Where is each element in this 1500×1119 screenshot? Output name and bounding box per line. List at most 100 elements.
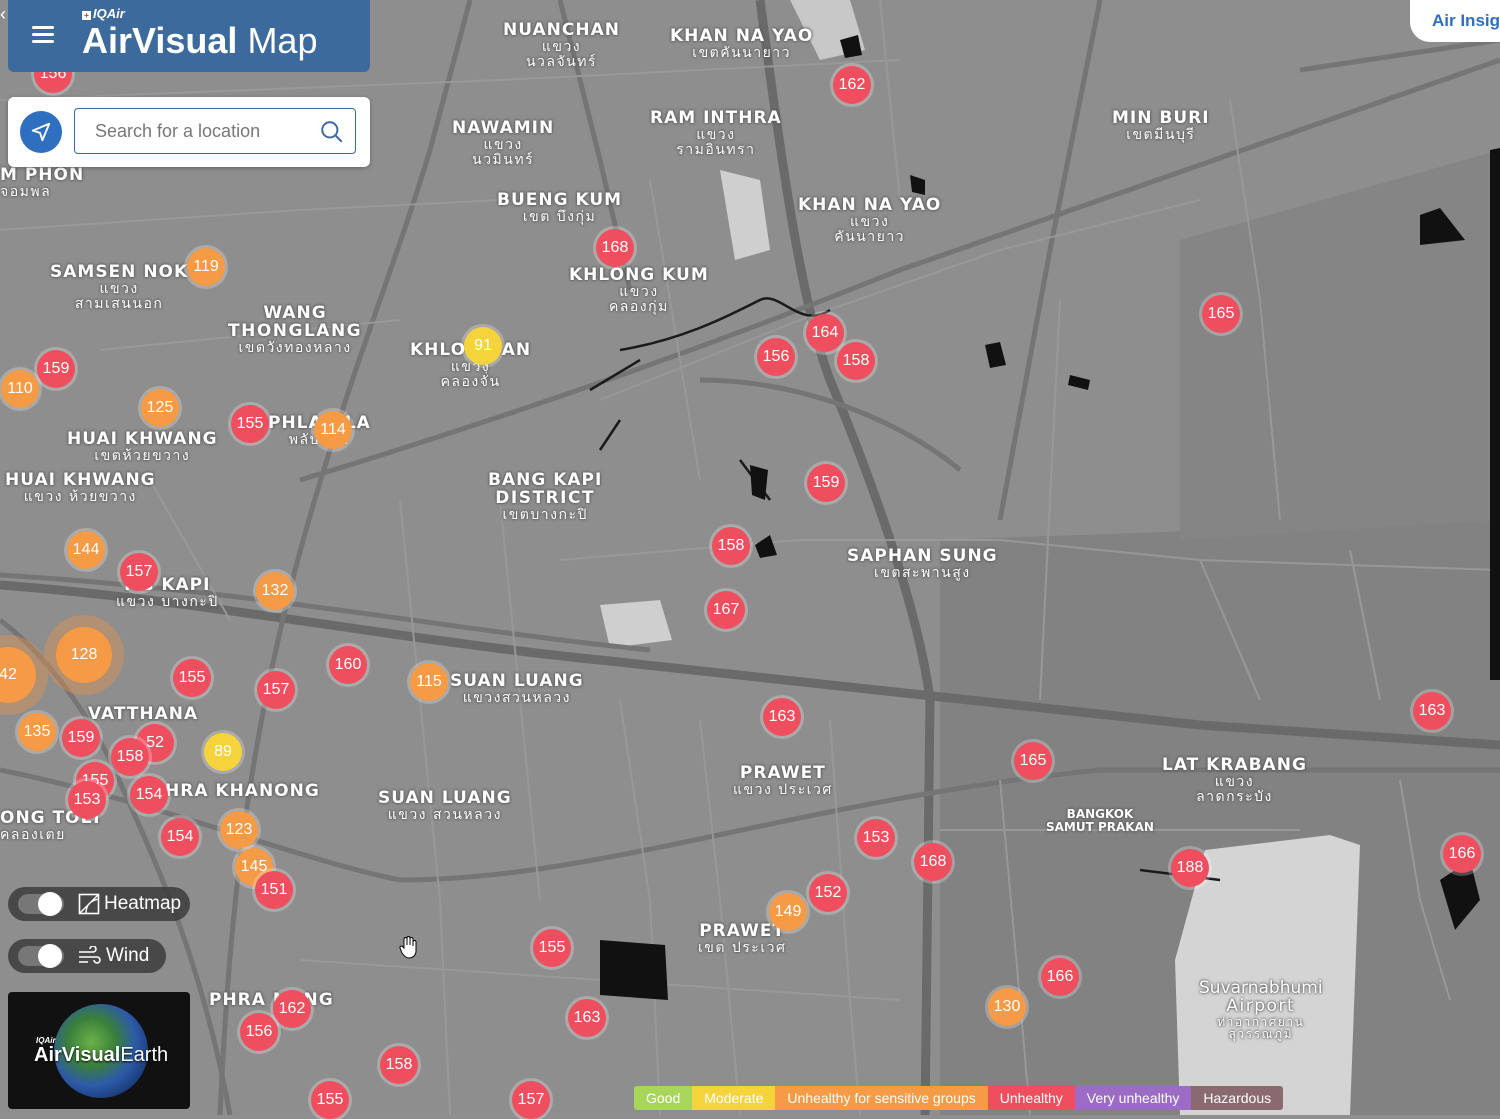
- aqi-station-marker[interactable]: 158: [837, 342, 875, 380]
- place-label-saphan-sung: SAPHAN SUNG เขตสะพานสูง: [847, 546, 998, 581]
- place-label-khlong-kum: KHLONG KUM แขวง คลองกุ่ม: [569, 265, 709, 315]
- place-label-prawet-district: PRAWET เขต ประเวศ: [698, 921, 787, 956]
- heatmap-label: Heatmap: [104, 893, 182, 914]
- place-label-bang-kapi-district: BANG KAPI DISTRICT เขตบางกะปิ: [488, 470, 603, 523]
- aqi-station-marker[interactable]: 154: [130, 776, 168, 814]
- legend-hazardous: Hazardous: [1191, 1086, 1284, 1110]
- aqi-station-marker[interactable]: 167: [707, 591, 745, 629]
- place-label-lat-krabang: LAT KRABANG แขวง ลาดกระบัง: [1162, 755, 1307, 805]
- aqi-station-marker[interactable]: 165: [1014, 742, 1052, 780]
- place-label-min-buri: MIN BURI เขตมีนบุรี: [1112, 108, 1210, 143]
- heatmap-toggle-control[interactable]: Heatmap: [8, 887, 190, 921]
- legend-moderate: Moderate: [692, 1086, 776, 1110]
- place-label-khan-na-yao-district: KHAN NA YAO เขตคันนายาว: [670, 26, 814, 61]
- aqi-station-marker[interactable]: 91: [464, 327, 502, 365]
- aqi-station-marker[interactable]: 149: [769, 893, 807, 931]
- place-label-samsen-nok: SAMSEN NOK แขวง สามเสนนอก: [50, 262, 189, 312]
- aqi-station-marker[interactable]: 158: [111, 738, 149, 776]
- airvisual-earth-card[interactable]: IQAir AirVisualEarth: [8, 992, 190, 1109]
- aqi-station-marker[interactable]: 144: [67, 531, 105, 569]
- aqi-station-marker[interactable]: 156: [240, 1013, 278, 1051]
- chevron-left-icon[interactable]: ‹: [0, 4, 6, 25]
- aqi-station-marker[interactable]: 157: [512, 1081, 550, 1119]
- place-label-nuanchan: NUANCHAN แขวง นวลจันทร์: [503, 20, 620, 70]
- place-label-phra-khanong: HRA KHANONG: [165, 781, 320, 801]
- aqi-station-marker[interactable]: 159: [807, 464, 845, 502]
- aqi-station-marker[interactable]: 160: [329, 646, 367, 684]
- aqi-station-marker[interactable]: 123: [220, 811, 258, 849]
- app-title: AirVisual Map: [82, 20, 318, 61]
- place-label-suvarnabhumi-airport: Suvarnabhumi Airport ท่าอากาศยาน สุวรรณภูม…: [1199, 978, 1323, 1042]
- aqi-station-marker[interactable]: 162: [273, 990, 311, 1028]
- aqi-station-marker[interactable]: 89: [204, 733, 242, 771]
- aqi-station-marker[interactable]: 159: [62, 719, 100, 757]
- search-input[interactable]: [93, 119, 317, 143]
- place-label-nawamin: NAWAMIN แขวง นวมินทร์: [452, 118, 555, 168]
- wind-toggle-control[interactable]: Wind: [8, 939, 166, 973]
- aqi-station-marker[interactable]: 155: [311, 1081, 349, 1119]
- aqi-station-marker[interactable]: 188: [1171, 849, 1209, 887]
- search-panel: [8, 97, 370, 167]
- aqi-station-marker[interactable]: 151: [255, 871, 293, 909]
- heatmap-switch[interactable]: [18, 892, 64, 916]
- navigation-arrow-icon: [31, 122, 51, 142]
- place-label-prawet-subdistrict: PRAWET แขวง ประเวศ: [733, 763, 833, 798]
- aqi-station-marker[interactable]: 153: [68, 781, 106, 819]
- aqi-station-marker[interactable]: 154: [161, 818, 199, 856]
- aqi-station-marker[interactable]: 163: [568, 999, 606, 1037]
- aqi-station-marker[interactable]: 130: [988, 988, 1026, 1026]
- heatmap-icon: [78, 893, 100, 915]
- place-label-watthana: VATTHANA: [88, 704, 199, 724]
- aqi-station-marker[interactable]: 158: [712, 527, 750, 565]
- app-header: + IQAir AirVisual Map: [8, 0, 370, 72]
- place-label-ram-inthra: RAM INTHRA แขวง รามอินทรา: [650, 108, 782, 158]
- aqi-station-cluster-marker[interactable]: 128: [56, 627, 112, 683]
- wind-label: Wind: [106, 945, 150, 966]
- aqi-station-marker[interactable]: 166: [1443, 835, 1481, 873]
- legend-very-unhealthy: Very unhealthy: [1074, 1086, 1192, 1110]
- aqi-station-marker[interactable]: 132: [256, 572, 294, 610]
- place-label-bueng-kum: BUENG KUM เขต บึงกุ่ม: [497, 190, 623, 225]
- wind-switch[interactable]: [18, 944, 64, 968]
- aqi-station-marker[interactable]: 163: [1413, 692, 1451, 730]
- place-label-suan-luang-subdistrict: SUAN LUANG แขวงสวนหลวง: [450, 671, 584, 706]
- hamburger-menu-icon[interactable]: [32, 26, 54, 44]
- aqi-station-marker[interactable]: 168: [596, 229, 634, 267]
- place-label-huai-khwang-subdistrict: HUAI KHWANG แขวง ห้วยขวาง: [5, 470, 156, 505]
- legend-unhealthy: Unhealthy: [987, 1086, 1075, 1110]
- place-label-phra-khanong-lower: PHRA NONG: [209, 990, 334, 1010]
- air-insights-button[interactable]: Air Insig: [1410, 0, 1500, 42]
- aqi-station-marker[interactable]: 125: [141, 389, 179, 427]
- search-box: [74, 108, 356, 154]
- aqi-station-marker[interactable]: 115: [410, 663, 448, 701]
- aqi-station-marker[interactable]: 168: [914, 843, 952, 881]
- aqi-station-marker[interactable]: 159: [37, 350, 75, 388]
- aqi-station-marker[interactable]: 155: [231, 405, 269, 443]
- aqi-station-marker[interactable]: 119: [187, 248, 225, 286]
- aqi-station-marker[interactable]: 155: [173, 659, 211, 697]
- earth-card-title: AirVisualEarth: [34, 1044, 169, 1066]
- place-label-huai-khwang-district: HUAI KHWANG เขตห้วยขวาง: [67, 429, 218, 464]
- aqi-station-marker[interactable]: 166: [1041, 958, 1079, 996]
- place-label-suan-luang-district: SUAN LUANG แขวง สวนหลวง: [378, 788, 512, 823]
- locate-me-button[interactable]: [20, 111, 62, 153]
- aqi-station-marker[interactable]: 158: [380, 1046, 418, 1084]
- legend-unhealthy-sensitive: Unhealthy for sensitive groups: [775, 1086, 988, 1110]
- aqi-station-marker[interactable]: 162: [833, 66, 871, 104]
- aqi-station-marker[interactable]: 135: [18, 713, 56, 751]
- aqi-station-marker[interactable]: 163: [763, 698, 801, 736]
- aqi-station-marker[interactable]: 165: [1202, 295, 1240, 333]
- hand-cursor-icon: [399, 936, 417, 959]
- aqi-legend: Good Moderate Unhealthy for sensitive gr…: [634, 1086, 1284, 1110]
- aqi-station-marker[interactable]: 114: [314, 411, 352, 449]
- iqair-logo: + IQAir: [82, 6, 125, 21]
- aqi-station-marker[interactable]: 157: [257, 671, 295, 709]
- aqi-station-marker[interactable]: 155: [533, 929, 571, 967]
- aqi-station-marker[interactable]: 110: [1, 370, 39, 408]
- search-icon[interactable]: [319, 119, 345, 145]
- aqi-station-marker[interactable]: 157: [120, 553, 158, 591]
- aqi-station-marker[interactable]: 152: [809, 874, 847, 912]
- aqi-station-marker[interactable]: 164: [806, 314, 844, 352]
- aqi-station-marker[interactable]: 153: [857, 819, 895, 857]
- aqi-station-marker[interactable]: 156: [757, 338, 795, 376]
